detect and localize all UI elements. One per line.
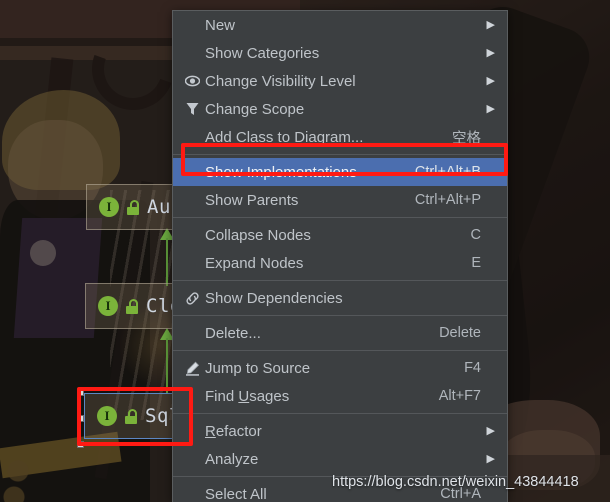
submenu-chevron-right-icon: ▶	[486, 74, 495, 87]
eye-icon	[181, 75, 203, 87]
link-chain-icon	[181, 291, 203, 306]
menu-item-label: Delete...	[205, 324, 261, 342]
inheritance-arrow-line	[166, 238, 168, 286]
inheritance-arrow-line	[166, 338, 168, 394]
menu-item-label: Collapse Nodes	[205, 226, 311, 244]
menu-item-label: Analyze	[205, 450, 259, 468]
menu-item-label: New	[205, 16, 236, 34]
unlocked-padlock-icon	[125, 298, 139, 314]
submenu-chevron-right-icon: ▶	[486, 46, 495, 59]
menu-item-change-scope[interactable]: Change Scope ▶	[173, 95, 507, 123]
menu-separator	[173, 315, 507, 316]
annotation-rect-show-implementations	[181, 143, 508, 176]
menu-item-refactor[interactable]: Refactor ▶	[173, 417, 507, 445]
menu-item-new[interactable]: New ▶	[173, 11, 507, 39]
menu-item-analyze[interactable]: Analyze ▶	[173, 445, 507, 473]
menu-item-label: Refactor	[205, 422, 262, 440]
watermark-url: https://blog.csdn.net/weixin_43844418	[332, 474, 579, 490]
menu-item-label: Show Categories	[205, 44, 320, 62]
menu-item-label: Jump to Source	[205, 359, 311, 377]
unlocked-padlock-icon	[126, 199, 140, 215]
menu-item-label: Show Parents	[205, 191, 299, 209]
menu-item-shortcut: Ctrl+Alt+P	[414, 192, 481, 208]
menu-item-shortcut: E	[471, 255, 481, 271]
menu-separator	[173, 280, 507, 281]
pencil-icon	[181, 361, 203, 376]
menu-item-label: Find Usages	[205, 387, 290, 405]
menu-separator	[173, 413, 507, 414]
menu-item-shortcut: F4	[464, 360, 481, 376]
menu-separator	[173, 350, 507, 351]
menu-item-label: Change Visibility Level	[205, 72, 356, 90]
filter-funnel-icon	[181, 102, 203, 116]
annotation-rect-selected-node	[77, 387, 193, 446]
menu-item-find-usages[interactable]: Find Usages Alt+F7	[173, 382, 507, 410]
submenu-chevron-right-icon: ▶	[486, 452, 495, 465]
menu-item-shortcut: C	[470, 227, 481, 243]
menu-item-shortcut: Alt+F7	[438, 388, 481, 404]
menu-item-show-dependencies[interactable]: Show Dependencies	[173, 284, 507, 312]
menu-item-show-parents[interactable]: Show Parents Ctrl+Alt+P	[173, 186, 507, 214]
menu-item-collapse-nodes[interactable]: Collapse Nodes C	[173, 221, 507, 249]
menu-item-jump-to-source[interactable]: Jump to Source F4	[173, 354, 507, 382]
submenu-chevron-right-icon: ▶	[486, 424, 495, 437]
menu-separator	[173, 217, 507, 218]
interface-badge-icon: I	[98, 296, 118, 316]
menu-item-delete[interactable]: Delete... Delete	[173, 319, 507, 347]
menu-item-label: Expand Nodes	[205, 254, 304, 272]
menu-item-expand-nodes[interactable]: Expand Nodes E	[173, 249, 507, 277]
interface-badge-icon: I	[99, 197, 119, 217]
menu-item-shortcut: Delete	[439, 325, 481, 341]
menu-item-label: Show Dependencies	[205, 289, 343, 307]
submenu-chevron-right-icon: ▶	[486, 102, 495, 115]
context-menu[interactable]: New ▶ Show Categories ▶ Change Visibility Le…	[172, 10, 508, 502]
submenu-chevron-right-icon: ▶	[486, 18, 495, 31]
menu-item-label: Change Scope	[205, 100, 305, 118]
menu-item-show-categories[interactable]: Show Categories ▶	[173, 39, 507, 67]
menu-item-change-visibility-level[interactable]: Change Visibility Level ▶	[173, 67, 507, 95]
